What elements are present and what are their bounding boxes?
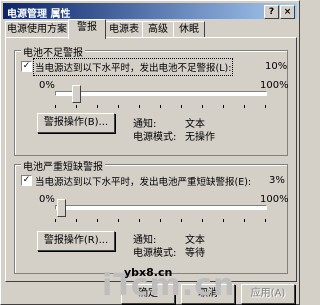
critical-battery-level-text: 3% [269, 175, 285, 186]
tab-advanced[interactable]: 高级 [142, 21, 174, 38]
low-battery-level-text: 10% [265, 61, 288, 72]
critical-battery-checkbox-label[interactable]: 当电源达到以下水平时，发出电池严重短缺警报(E): [35, 174, 251, 188]
slider-tick [181, 219, 182, 222]
low-battery-group-title: 电池不足警报 [21, 44, 85, 59]
power-options-dialog: 电源管理 属性 ? × 电源使用方案 警报 电源表 高级 休眠 电池不足警报 ✓… [0, 0, 300, 305]
slider-tick [223, 219, 224, 222]
slider-tick [118, 105, 119, 108]
slider-tick [55, 105, 56, 108]
tab-power-meter[interactable]: 电源表 [105, 21, 143, 38]
low-battery-slider-thumb[interactable] [72, 85, 81, 103]
critical-battery-action-button-label: 警报操作(R)... [43, 235, 109, 246]
critical-battery-slider-thumb[interactable] [57, 199, 67, 217]
low-battery-checkbox-label[interactable]: 当电源达到以下水平时，发出电池不足警报(L): [32, 58, 234, 76]
low-battery-group: 电池不足警报 ✓ 当电源达到以下水平时，发出电池不足警报(L): 10% 0% … [14, 44, 289, 156]
window-title: 电源管理 属性 [7, 9, 71, 20]
help-button[interactable]: ? [264, 5, 279, 19]
apply-button-label: 应用(A) [250, 288, 286, 299]
slider-tick [118, 219, 119, 222]
low-battery-slider-track[interactable] [55, 91, 267, 96]
low-battery-slider-min: 0% [39, 80, 55, 91]
critical-battery-mode-label: 电源模式: [133, 248, 177, 259]
slider-tick [76, 219, 77, 222]
close-button[interactable]: × [280, 5, 295, 19]
low-battery-slider-max: 100% [260, 80, 289, 91]
title-bar[interactable]: 电源管理 属性 ? × [3, 3, 297, 20]
slider-tick [76, 105, 77, 108]
critical-battery-mode-value: 等待 [185, 248, 205, 259]
slider-tick [265, 219, 266, 222]
slider-tick [223, 105, 224, 108]
slider-tick [139, 219, 140, 222]
slider-tick [97, 105, 98, 108]
critical-battery-slider-max: 100% [260, 194, 289, 205]
critical-battery-group-title: 电池严重短缺警报 [21, 158, 105, 173]
slider-tick [181, 105, 182, 108]
critical-battery-checkbox[interactable]: ✓ [21, 175, 32, 186]
critical-battery-action-button[interactable]: 警报操作(R)... [37, 231, 115, 251]
low-battery-action-button-label: 警报操作(B)... [43, 117, 109, 128]
slider-tick [202, 105, 203, 108]
low-battery-checkbox[interactable]: ✓ [21, 61, 32, 72]
critical-battery-group: 电池严重短缺警报 ✓ 当电源达到以下水平时，发出电池严重短缺警报(E): 3% … [14, 158, 289, 274]
low-battery-action-button[interactable]: 警报操作(B)... [37, 113, 115, 133]
slider-tick [55, 219, 56, 222]
tab-alarms[interactable]: 警报 [68, 19, 106, 39]
critical-battery-slider-track[interactable] [55, 205, 267, 210]
slider-tick [139, 105, 140, 108]
critical-battery-slider-min: 0% [39, 194, 55, 205]
slider-tick [97, 219, 98, 222]
slider-tick [160, 105, 161, 108]
slider-tick [160, 219, 161, 222]
slider-tick [202, 219, 203, 222]
apply-button[interactable]: 应用(A) [241, 284, 295, 304]
slider-tick [265, 105, 266, 108]
low-battery-mode-value: 无操作 [185, 132, 215, 143]
tab-hibernate[interactable]: 休眠 [173, 21, 205, 38]
alarms-panel: 电池不足警报 ✓ 当电源达到以下水平时，发出电池不足警报(L): 10% 0% … [5, 37, 297, 303]
slider-tick [244, 105, 245, 108]
tab-power-schemes[interactable]: 电源使用方案 [5, 21, 69, 38]
slider-tick [244, 219, 245, 222]
watermark-site: ybx8.cn [124, 266, 173, 279]
low-battery-mode-label: 电源模式: [133, 132, 177, 143]
